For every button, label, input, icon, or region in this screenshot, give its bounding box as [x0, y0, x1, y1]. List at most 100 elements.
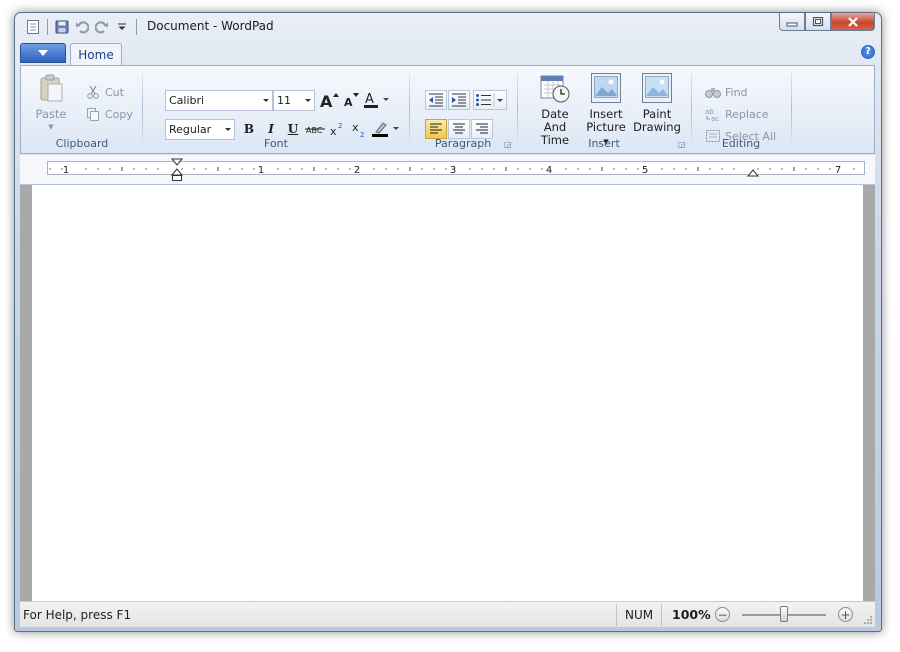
copy-button[interactable]: Copy	[85, 104, 133, 124]
ruler-label: 1	[63, 165, 69, 176]
subscript-button[interactable]: x2	[349, 119, 369, 139]
minimize-icon	[786, 22, 798, 26]
ruler[interactable]: 1 1 2 3 4 5 7	[47, 161, 865, 176]
chevron-down-icon	[38, 50, 48, 56]
align-right-icon	[476, 123, 488, 134]
strikethrough-button[interactable]: ABC	[305, 119, 325, 139]
save-icon[interactable]	[52, 18, 72, 36]
grow-font-button[interactable]: A	[319, 90, 339, 110]
application-menu-button[interactable]	[20, 43, 66, 63]
copy-icon	[85, 106, 101, 122]
right-indent-marker-icon[interactable]	[747, 169, 759, 179]
document-icon[interactable]	[23, 18, 43, 36]
svg-text:x: x	[330, 125, 337, 137]
status-help-text: For Help, press F1	[23, 608, 132, 622]
bold-button[interactable]: B	[239, 119, 259, 139]
svg-text:A: A	[320, 92, 333, 109]
cut-label: Cut	[105, 85, 124, 99]
font-size-select[interactable]: 11	[273, 90, 315, 111]
paint-drawing-label-2: Drawing	[633, 120, 681, 134]
underline-icon: U	[287, 122, 299, 136]
resize-grip-icon[interactable]	[863, 615, 873, 625]
italic-icon: I	[268, 122, 274, 136]
highlight-color-button[interactable]	[371, 119, 401, 139]
ruler-label: 3	[450, 165, 456, 176]
status-separator	[661, 604, 662, 626]
paste-button[interactable]: Paste ▼	[31, 70, 71, 134]
superscript-button[interactable]: x2	[327, 119, 347, 139]
group-separator	[409, 72, 410, 148]
bullet-list-button[interactable]	[473, 90, 507, 110]
group-separator	[142, 72, 143, 148]
insert-group-label: Insert	[588, 137, 620, 150]
svg-text:x: x	[352, 121, 359, 134]
document-page[interactable]	[32, 185, 863, 601]
tab-home[interactable]: Home	[70, 43, 122, 66]
shrink-font-button[interactable]: A	[341, 90, 361, 110]
paragraph-group-label: Paragraph	[434, 137, 492, 150]
num-lock-indicator: NUM	[625, 608, 654, 622]
subscript-icon: x2	[352, 121, 364, 138]
svg-text:ac: ac	[711, 115, 719, 121]
paste-dropdown-arrow: ▼	[48, 123, 54, 131]
ribbon-home: Paste ▼ Cut Copy Clipboard Calibri 11 A …	[20, 65, 875, 154]
find-button[interactable]: Find	[705, 82, 748, 102]
quick-access-toolbar	[23, 18, 141, 36]
svg-text:ABC: ABC	[306, 126, 323, 135]
paragraph-group: Paragraph ◲	[411, 68, 515, 153]
align-left-button[interactable]	[425, 119, 447, 139]
cut-button[interactable]: Cut	[85, 82, 124, 102]
bold-icon: B	[243, 122, 255, 136]
customize-dropdown-icon[interactable]	[112, 18, 132, 36]
align-center-icon	[453, 123, 465, 134]
decrease-indent-icon	[429, 93, 443, 107]
insert-dialog-launcher-icon[interactable]: ◲	[678, 140, 687, 149]
ruler-label: 7	[835, 165, 841, 176]
minimize-button[interactable]	[779, 13, 805, 31]
replace-button[interactable]: ab ac Replace	[705, 104, 769, 124]
clipboard-group-label: Clipboard	[55, 137, 109, 150]
font-family-select[interactable]: Calibri	[165, 90, 273, 111]
ribbon-tab-row: Home ?	[20, 41, 875, 66]
font-family-value: Calibri	[169, 94, 205, 107]
decrease-indent-button[interactable]	[425, 90, 447, 110]
help-icon[interactable]: ?	[861, 45, 875, 59]
title-bar: Document - WordPad	[15, 13, 881, 41]
zoom-level: 100%	[672, 607, 711, 622]
redo-icon[interactable]	[92, 18, 112, 36]
paragraph-dialog-launcher-icon[interactable]: ◲	[504, 140, 513, 149]
maximize-button[interactable]	[805, 13, 831, 31]
date-and-time-label-1: Date And	[541, 107, 569, 134]
underline-button[interactable]: U	[283, 119, 303, 139]
align-right-button[interactable]	[471, 119, 493, 139]
editing-group-label: Editing	[721, 137, 761, 150]
highlighter-icon	[372, 122, 399, 137]
italic-button[interactable]: I	[261, 119, 281, 139]
status-bar: For Help, press F1 NUM 100% − +	[20, 601, 875, 627]
undo-icon[interactable]	[72, 18, 92, 36]
increase-indent-button[interactable]	[448, 90, 470, 110]
zoom-out-icon[interactable]: −	[715, 607, 730, 622]
font-color-icon: A	[364, 92, 389, 108]
insert-group: Date And Time Insert Picture ▼ Paint Dra…	[519, 68, 689, 153]
align-center-button[interactable]	[448, 119, 470, 139]
ruler-label: 5	[642, 165, 648, 176]
group-separator	[691, 72, 692, 148]
shrink-font-icon: A	[344, 93, 359, 109]
qat-separator	[47, 19, 48, 35]
window-title: Document - WordPad	[147, 19, 274, 33]
svg-text:A: A	[365, 92, 374, 107]
maximize-icon	[812, 16, 824, 26]
strikethrough-icon: ABC	[305, 126, 325, 135]
close-button[interactable]	[831, 13, 875, 31]
font-group-label: Font	[264, 137, 288, 150]
scissors-icon	[85, 84, 101, 100]
font-size-value: 11	[277, 94, 291, 107]
font-color-button[interactable]: A	[363, 90, 391, 110]
zoom-in-icon[interactable]: +	[838, 607, 853, 622]
date-and-time-button[interactable]: Date And Time	[531, 70, 579, 147]
left-indent-marker-icon[interactable]	[171, 158, 183, 182]
zoom-slider-thumb[interactable]	[780, 606, 788, 622]
copy-label: Copy	[105, 107, 133, 121]
paint-drawing-button[interactable]: Paint Drawing	[633, 70, 681, 134]
